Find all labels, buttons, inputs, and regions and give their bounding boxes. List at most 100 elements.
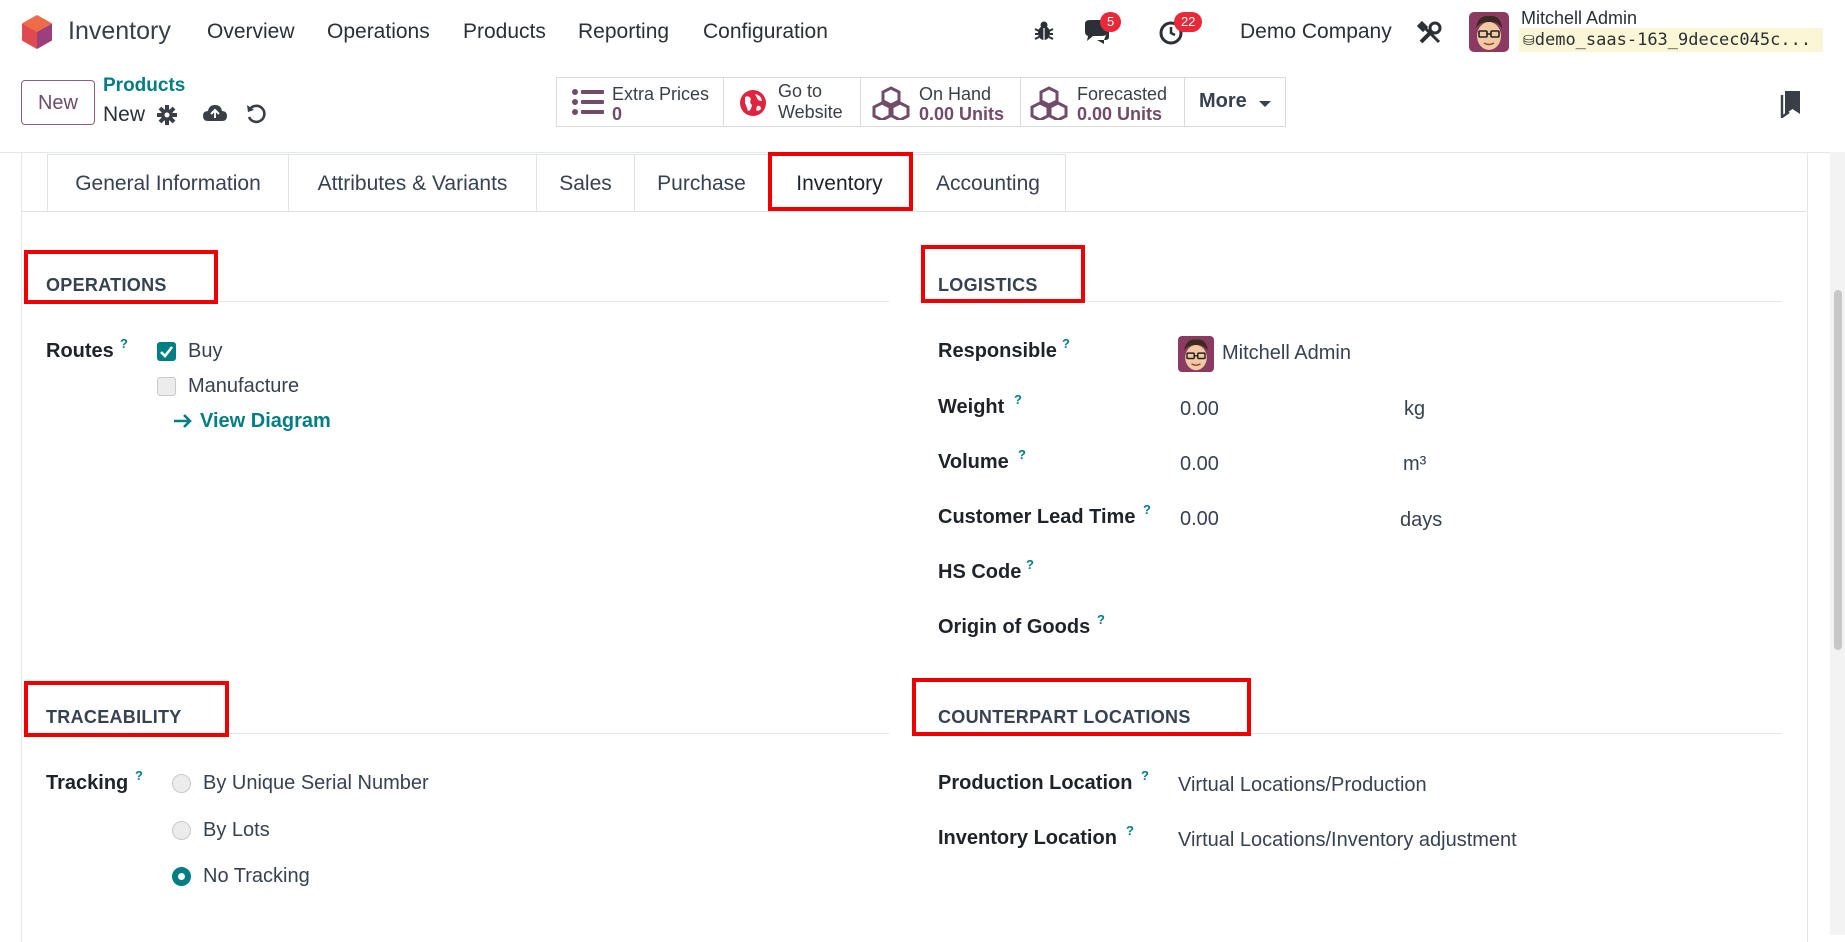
menu-products[interactable]: Products <box>463 20 546 44</box>
tab-general-information[interactable]: General Information <box>47 154 289 211</box>
on-hand-label: On Hand <box>919 84 992 104</box>
go-to-website-button[interactable]: Go to Website <box>723 77 861 127</box>
top-navbar: Inventory Overview Operations Products R… <box>0 0 1845 64</box>
tracking-help-icon[interactable]: ? <box>135 768 143 783</box>
operations-separator <box>24 301 889 302</box>
tab-accounting[interactable]: Accounting <box>910 154 1066 211</box>
customer-lead-time-input[interactable]: 0.00 <box>1180 508 1219 531</box>
weight-input[interactable]: 0.00 <box>1180 398 1219 421</box>
customer-lead-time-help-icon[interactable]: ? <box>1143 502 1151 517</box>
tracking-serial-radio[interactable] <box>172 774 191 793</box>
app-name[interactable]: Inventory <box>68 17 171 46</box>
inventory-location-help-icon[interactable]: ? <box>1126 823 1134 838</box>
hs-code-input[interactable] <box>1178 556 1578 590</box>
routes-label: Routes <box>46 340 114 362</box>
tracking-none-label: No Tracking <box>203 865 310 887</box>
on-hand-value: 0.00 Units <box>919 104 1005 124</box>
debug-bug-icon[interactable] <box>1032 19 1056 43</box>
forecasted-label: Forecasted <box>1077 84 1168 104</box>
hs-code-label: HS Code <box>938 561 1022 583</box>
user-avatar[interactable] <box>1469 12 1509 52</box>
origin-of-goods-label: Origin of Goods <box>938 616 1091 638</box>
production-location-value[interactable]: Virtual Locations/Production <box>1178 774 1427 797</box>
route-manufacture-checkbox[interactable] <box>157 377 176 396</box>
messages-badge: 5 <box>1100 12 1122 32</box>
route-buy-label: Buy <box>188 340 223 362</box>
gear-icon[interactable] <box>156 104 178 126</box>
save-cloud-icon[interactable] <box>202 102 228 124</box>
tracking-none-radio[interactable] <box>172 867 191 886</box>
route-buy-checkbox[interactable] <box>157 342 176 361</box>
volume-help-icon[interactable]: ? <box>1018 447 1026 462</box>
tab-inventory[interactable]: Inventory <box>768 154 911 211</box>
discard-undo-icon[interactable] <box>245 103 267 125</box>
bookmark-icon[interactable] <box>1780 90 1802 118</box>
more-button[interactable]: More <box>1184 77 1286 127</box>
origin-of-goods-help-icon[interactable]: ? <box>1097 612 1105 627</box>
globe-icon <box>740 90 766 116</box>
tracking-lots-radio[interactable] <box>172 821 191 840</box>
scrollbar-thumb[interactable] <box>1834 290 1842 650</box>
weight-label: Weight <box>938 396 1005 418</box>
breadcrumb-current: New <box>103 103 146 126</box>
company-switcher[interactable]: Demo Company <box>1240 20 1392 44</box>
settings-tools-icon[interactable] <box>1417 20 1443 46</box>
tabs-underline <box>21 211 1806 212</box>
logistics-title: LOGISTICS <box>938 275 1038 295</box>
operations-title: OPERATIONS <box>46 275 167 295</box>
tracking-serial-label: By Unique Serial Number <box>203 772 429 794</box>
production-location-help-icon[interactable]: ? <box>1141 768 1149 783</box>
more-label: More <box>1199 90 1247 112</box>
tab-attributes-variants[interactable]: Attributes & Variants <box>288 154 537 211</box>
menu-reporting[interactable]: Reporting <box>578 20 669 44</box>
responsible-help-icon[interactable]: ? <box>1062 336 1070 351</box>
cubes-icon <box>872 86 910 120</box>
forecasted-button[interactable]: Forecasted 0.00 Units <box>1020 77 1185 127</box>
menu-overview[interactable]: Overview <box>207 20 295 44</box>
traceability-title: TRACEABILITY <box>46 707 182 727</box>
checkmark-icon <box>160 346 174 358</box>
route-manufacture-label: Manufacture <box>188 375 300 397</box>
breadcrumb-products[interactable]: Products <box>103 75 185 97</box>
counterpart-separator <box>920 733 1782 734</box>
extra-prices-value: 0 <box>612 104 623 124</box>
production-location-label: Production Location <box>938 772 1133 794</box>
arrow-right-icon <box>174 414 192 428</box>
tab-sales[interactable]: Sales <box>536 154 635 211</box>
weight-help-icon[interactable]: ? <box>1014 392 1022 407</box>
routes-help-icon[interactable]: ? <box>120 336 128 351</box>
user-name[interactable]: Mitchell Admin <box>1521 8 1637 29</box>
hs-code-help-icon[interactable]: ? <box>1026 557 1034 572</box>
database-label: demo_saas-163_9decec045c... <box>1534 30 1812 50</box>
responsible-value[interactable]: Mitchell Admin <box>1222 342 1351 365</box>
view-diagram-link[interactable]: View Diagram <box>200 410 331 433</box>
volume-unit: m³ <box>1403 453 1427 475</box>
customer-lead-time-label: Customer Lead Time <box>938 506 1136 528</box>
website-label-line2: Website <box>778 102 843 122</box>
odoo-inventory-logo-icon[interactable] <box>20 14 54 50</box>
tracking-label: Tracking <box>46 772 129 794</box>
form-sheet <box>21 152 1808 942</box>
activities-badge: 22 <box>1174 12 1203 32</box>
logistics-separator <box>920 301 1782 302</box>
on-hand-button[interactable]: On Hand 0.00 Units <box>860 77 1021 127</box>
list-icon <box>572 89 604 115</box>
menu-configuration[interactable]: Configuration <box>703 20 828 44</box>
new-button[interactable]: New <box>21 80 95 125</box>
extra-prices-label: Extra Prices <box>612 84 710 104</box>
traceability-separator <box>24 733 889 734</box>
inventory-location-value[interactable]: Virtual Locations/Inventory adjustment <box>1178 829 1517 852</box>
menu-operations[interactable]: Operations <box>327 20 430 44</box>
volume-input[interactable]: 0.00 <box>1180 453 1219 476</box>
tab-purchase[interactable]: Purchase <box>634 154 769 211</box>
extra-prices-button[interactable]: Extra Prices 0 <box>556 77 724 127</box>
cubes-icon <box>1030 86 1068 120</box>
website-label-line1: Go to <box>778 81 823 101</box>
volume-label: Volume <box>938 451 1009 473</box>
origin-of-goods-input[interactable] <box>1178 611 1578 645</box>
responsible-label: Responsible <box>938 340 1057 362</box>
customer-lead-time-unit: days <box>1400 509 1443 531</box>
weight-unit: kg <box>1404 398 1426 420</box>
tracking-lots-label: By Lots <box>203 819 270 841</box>
database-icon: ⛁ <box>1523 33 1535 49</box>
